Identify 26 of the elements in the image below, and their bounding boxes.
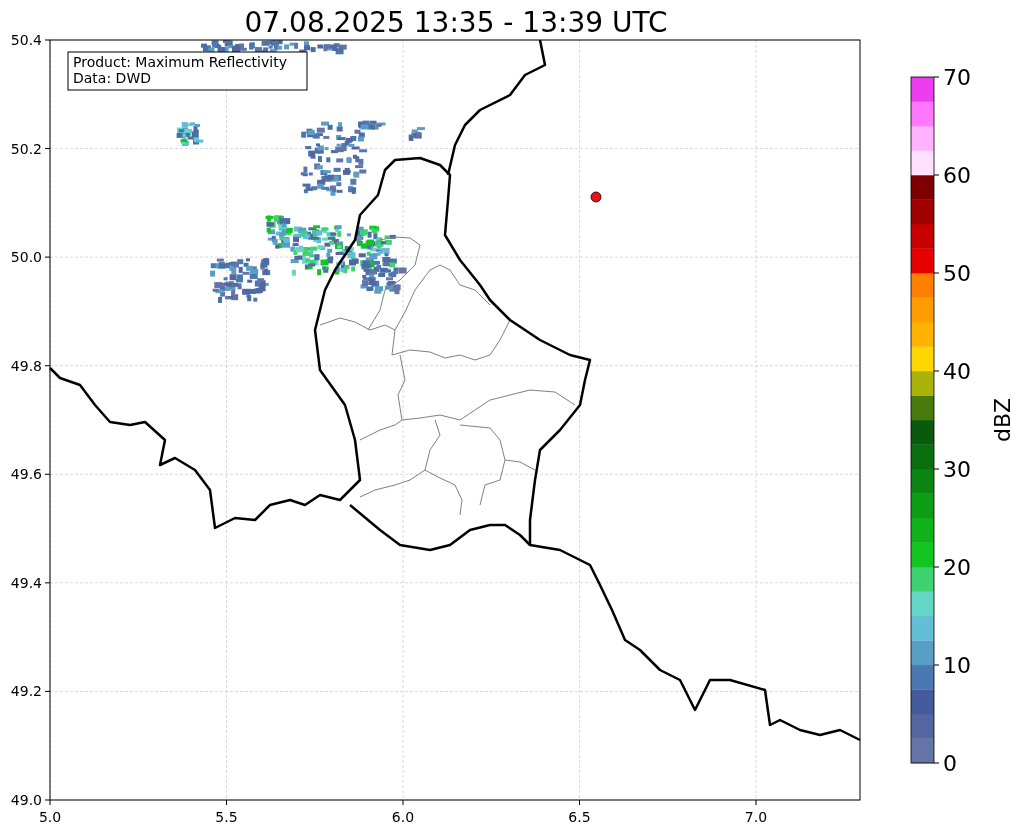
location-marker <box>590 191 602 203</box>
y-axis-tick-label: 50.2 <box>10 140 42 157</box>
x-axis-tick-label: 6.5 <box>568 809 591 825</box>
x-axis-tick-label: 5.0 <box>38 809 62 825</box>
colorbar-tick-label: 60 <box>943 163 971 188</box>
x-axis-tick-label: 5.5 <box>215 809 238 825</box>
y-axis-tick-label: 49.8 <box>10 357 42 374</box>
y-axis-tick-label: 49.4 <box>10 574 42 591</box>
y-axis-tick-label: 49.2 <box>10 683 42 700</box>
colorbar-label: dBZ <box>990 397 1015 443</box>
colorbar-tick-label: 30 <box>943 457 971 482</box>
y-axis-tick-label: 49.0 <box>10 792 42 808</box>
colorbar-tick-label: 10 <box>943 653 971 678</box>
colorbar-tick-label: 70 <box>943 65 971 90</box>
y-axis-tick-label: 49.6 <box>10 466 42 483</box>
info-text: Data: DWD <box>73 70 151 86</box>
info-text: Product: Maximum Reflectivity <box>73 54 287 70</box>
x-axis-tick-label: 7.0 <box>744 809 768 825</box>
colorbar-tick-label: 0 <box>943 751 957 776</box>
x-axis-tick-label: 6.0 <box>391 809 415 825</box>
chart-title: 07.08.2025 13:35 - 13:39 UTC <box>244 6 668 39</box>
colorbar-tick-label: 20 <box>943 555 971 580</box>
y-axis-tick-label: 50.4 <box>10 32 42 48</box>
colorbar-tick-label: 40 <box>943 359 971 384</box>
colorbar-tick-label: 50 <box>943 261 971 286</box>
y-axis-tick-label: 50.0 <box>10 249 42 266</box>
